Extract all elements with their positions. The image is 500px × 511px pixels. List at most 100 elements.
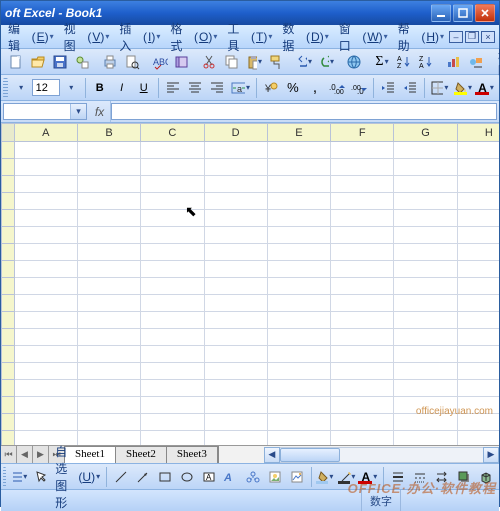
cell[interactable] <box>204 380 267 397</box>
dash-style-button[interactable] <box>409 466 431 488</box>
autoshapes-button[interactable]: 自选图形(U)▾ <box>52 443 103 511</box>
cell[interactable] <box>457 261 499 278</box>
cell[interactable] <box>141 363 204 380</box>
print-button[interactable] <box>99 51 121 73</box>
scroll-thumb[interactable] <box>280 448 340 462</box>
line-color-button[interactable]: ▾ <box>336 466 358 488</box>
cell[interactable] <box>457 176 499 193</box>
cell[interactable] <box>204 244 267 261</box>
cell[interactable] <box>77 312 140 329</box>
cut-button[interactable] <box>199 51 221 73</box>
cell[interactable] <box>141 278 204 295</box>
fx-button[interactable]: fx <box>89 101 111 122</box>
cell[interactable] <box>204 431 267 446</box>
cell[interactable] <box>204 227 267 244</box>
paste-button[interactable]: ▾ <box>243 51 265 73</box>
cell[interactable] <box>14 261 77 278</box>
row-header[interactable] <box>2 227 15 244</box>
cell[interactable] <box>331 261 394 278</box>
shadow-button[interactable] <box>453 466 475 488</box>
row-header[interactable] <box>2 159 15 176</box>
arrow-style-button[interactable] <box>431 466 453 488</box>
cell[interactable] <box>204 159 267 176</box>
line-style-button[interactable] <box>387 466 409 488</box>
cell[interactable] <box>457 142 499 159</box>
cell[interactable] <box>394 329 457 346</box>
cell[interactable] <box>77 261 140 278</box>
cell[interactable] <box>331 176 394 193</box>
cell[interactable] <box>77 176 140 193</box>
underline-button[interactable]: U <box>133 77 155 99</box>
cell[interactable] <box>267 397 330 414</box>
tab-next-button[interactable]: ▶ <box>33 446 49 463</box>
cell[interactable] <box>141 397 204 414</box>
cell[interactable] <box>394 227 457 244</box>
cell[interactable] <box>77 142 140 159</box>
merge-center-button[interactable]: a▾ <box>228 77 253 99</box>
cell[interactable] <box>394 176 457 193</box>
draw-menu-button[interactable]: ▾ <box>8 466 30 488</box>
name-box[interactable]: ▾ <box>3 103 87 120</box>
fill-color-button[interactable]: ▾ <box>451 77 475 99</box>
cell[interactable] <box>141 227 204 244</box>
cell[interactable] <box>141 414 204 431</box>
cell[interactable] <box>267 295 330 312</box>
arrow-button[interactable] <box>132 466 154 488</box>
row-header[interactable] <box>2 176 15 193</box>
scroll-left-button[interactable]: ◀ <box>264 447 280 463</box>
row-header[interactable] <box>2 295 15 312</box>
cell[interactable] <box>267 329 330 346</box>
sheet-tab[interactable]: Sheet2 <box>115 446 167 463</box>
cell[interactable] <box>14 159 77 176</box>
row-header[interactable] <box>2 414 15 431</box>
col-header[interactable]: A <box>14 124 77 142</box>
sheet-tab[interactable]: Sheet3 <box>166 446 218 463</box>
research-button[interactable] <box>171 51 193 73</box>
name-box-dropdown[interactable]: ▾ <box>70 104 86 119</box>
cell[interactable] <box>14 210 77 227</box>
cell[interactable] <box>394 431 457 446</box>
new-button[interactable] <box>5 51 27 73</box>
toolbar-grip[interactable] <box>3 78 8 98</box>
cell[interactable] <box>77 278 140 295</box>
cell[interactable] <box>141 176 204 193</box>
cells-table[interactable]: A B C D E F G H <box>1 123 499 445</box>
select-objects-button[interactable] <box>30 466 52 488</box>
cell[interactable] <box>14 278 77 295</box>
cell[interactable] <box>141 329 204 346</box>
cell[interactable] <box>267 193 330 210</box>
cell[interactable] <box>77 431 140 446</box>
copy-button[interactable] <box>221 51 243 73</box>
borders-button[interactable]: ▾ <box>428 77 452 99</box>
row-header[interactable] <box>2 261 15 278</box>
cell[interactable] <box>267 414 330 431</box>
cell[interactable] <box>141 295 204 312</box>
hyperlink-button[interactable] <box>343 51 365 73</box>
cell[interactable] <box>331 363 394 380</box>
cell[interactable] <box>394 397 457 414</box>
line-button[interactable] <box>110 466 132 488</box>
row-header[interactable] <box>2 329 15 346</box>
chart-wizard-button[interactable] <box>443 51 465 73</box>
cell[interactable] <box>394 363 457 380</box>
cell[interactable] <box>331 431 394 446</box>
cell[interactable] <box>394 210 457 227</box>
row-header[interactable] <box>2 312 15 329</box>
scroll-right-button[interactable]: ▶ <box>483 447 499 463</box>
cell[interactable] <box>331 380 394 397</box>
font-size-input[interactable]: 12 <box>32 79 60 96</box>
cell[interactable] <box>267 210 330 227</box>
row-header[interactable] <box>2 278 15 295</box>
cell[interactable] <box>394 295 457 312</box>
cell[interactable] <box>77 329 140 346</box>
decrease-indent-button[interactable] <box>377 77 399 99</box>
print-preview-button[interactable] <box>121 51 143 73</box>
cell[interactable] <box>141 346 204 363</box>
cell[interactable] <box>331 397 394 414</box>
cell[interactable] <box>14 193 77 210</box>
select-all-corner[interactable] <box>2 124 15 142</box>
formula-input[interactable] <box>111 103 497 120</box>
cell[interactable] <box>14 312 77 329</box>
cell[interactable] <box>14 346 77 363</box>
menu-tools[interactable]: 工具(T)▾ <box>222 20 277 54</box>
